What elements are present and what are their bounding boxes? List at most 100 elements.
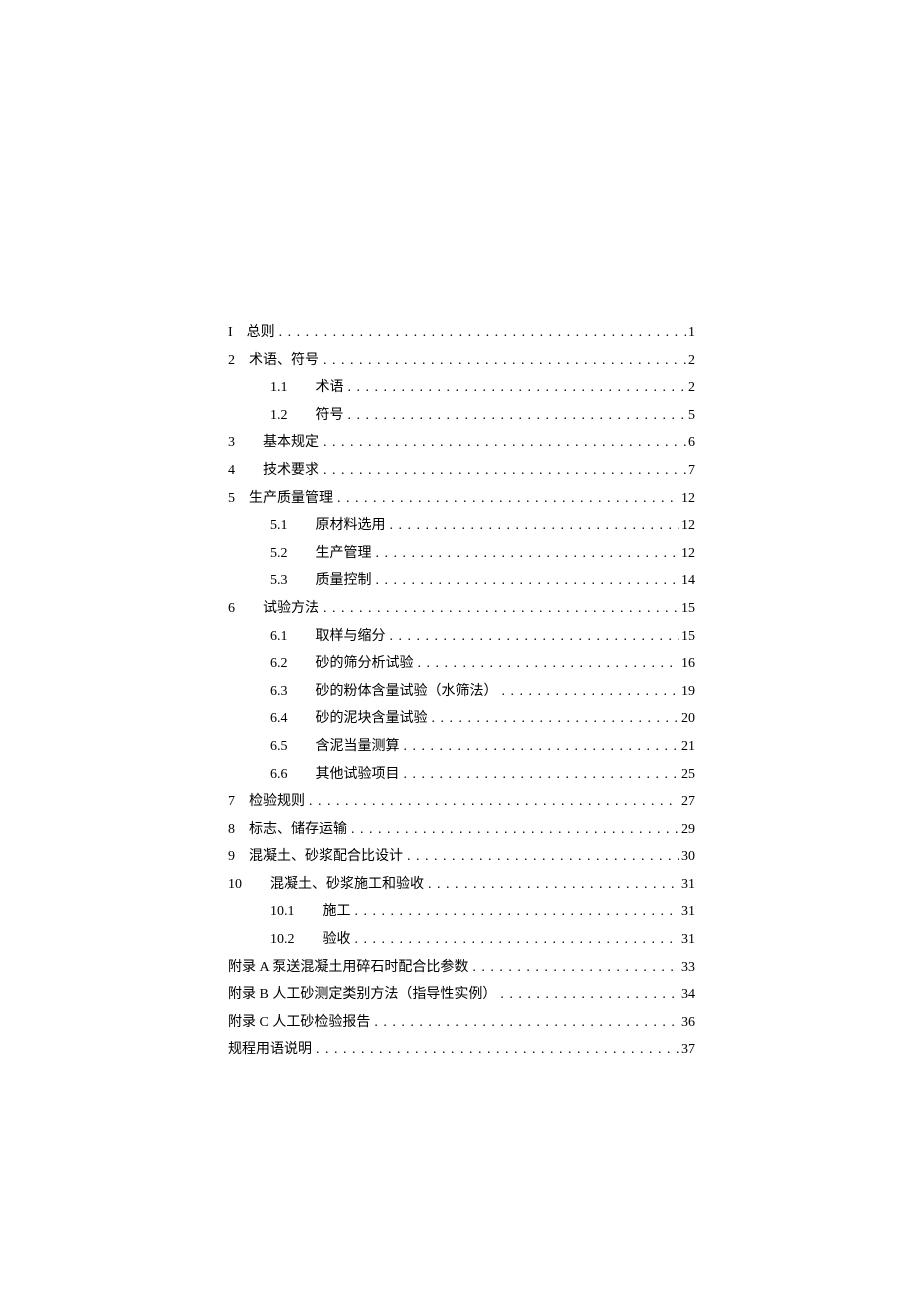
toc-leader-dots xyxy=(390,624,680,651)
toc-entry-label: 生产质量管理 xyxy=(249,486,333,513)
toc-entry-number: 6.5 xyxy=(270,734,288,761)
toc-entry-number: 5.3 xyxy=(270,568,288,595)
table-of-contents: I总则12术语、符号21.1术语21.2符号53基本规定64技术要求75生产质量… xyxy=(228,320,695,1064)
toc-leader-dots xyxy=(351,817,679,844)
toc-entry: 5.3质量控制14 xyxy=(228,568,695,595)
toc-entry-page: 15 xyxy=(681,596,695,623)
toc-entry-number: 2 xyxy=(228,348,235,375)
toc-entry-number: 5 xyxy=(228,486,235,513)
toc-entry-page: 6 xyxy=(688,430,695,457)
toc-entry: I总则1 xyxy=(228,320,695,347)
toc-leader-dots xyxy=(323,458,686,485)
toc-entry-number: 6.4 xyxy=(270,706,288,733)
toc-entry-number: 1.1 xyxy=(270,375,288,402)
toc-entry-number: 8 xyxy=(228,817,235,844)
toc-entry: 10.1 施工 31 xyxy=(228,899,695,926)
toc-entry: 2 术语、符号 2 xyxy=(228,348,695,375)
toc-entry-page: 30 xyxy=(681,844,695,871)
toc-entry-page: 29 xyxy=(681,817,695,844)
toc-entry-number: 6.1 xyxy=(270,624,288,651)
toc-entry-page: 12 xyxy=(681,513,695,540)
toc-entry: 规程用语说明37 xyxy=(228,1037,695,1064)
toc-entry-number: 10.1 xyxy=(270,899,295,926)
toc-entry-page: 21 xyxy=(681,734,695,761)
toc-entry-number: 9 xyxy=(228,844,235,871)
toc-entry-number: 5.2 xyxy=(270,541,288,568)
toc-entry: 6.1取样与缩分15 xyxy=(228,624,695,651)
toc-entry-label: 其他试验项目 xyxy=(316,762,400,789)
toc-entry: 附录 A 泵送混凝土用碎石时配合比参数33 xyxy=(228,955,695,982)
toc-entry-label: 检验规则 xyxy=(249,789,305,816)
toc-leader-dots xyxy=(348,403,687,430)
toc-entry-page: 25 xyxy=(681,762,695,789)
toc-entry-number: 6.6 xyxy=(270,762,288,789)
toc-entry-label: 砂的泥块含量试验 xyxy=(316,706,428,733)
toc-entry-page: 12 xyxy=(681,486,695,513)
toc-entry-label: 总则 xyxy=(247,320,275,347)
toc-entry-label: 施工 xyxy=(323,899,351,926)
toc-entry-page: 34 xyxy=(681,982,695,1009)
toc-entry-number: 5.1 xyxy=(270,513,288,540)
toc-leader-dots xyxy=(404,762,680,789)
toc-leader-dots xyxy=(323,430,686,457)
toc-entry-label: 术语、符号 xyxy=(249,348,319,375)
toc-entry-page: 33 xyxy=(681,955,695,982)
toc-entry-number: I xyxy=(228,320,233,347)
toc-entry: 1.2符号5 xyxy=(228,403,695,430)
toc-entry-label: 取样与缩分 xyxy=(316,624,386,651)
toc-entry-label: 混凝土、砂浆配合比设计 xyxy=(249,844,403,871)
toc-entry: 9 混凝土、砂浆配合比设计 30 xyxy=(228,844,695,871)
toc-entry-label: 基本规定 xyxy=(263,430,319,457)
toc-leader-dots xyxy=(376,568,680,595)
toc-leader-dots xyxy=(472,955,679,982)
toc-entry-page: 2 xyxy=(688,375,695,402)
toc-entry-page: 2 xyxy=(688,348,695,375)
toc-leader-dots xyxy=(323,596,679,623)
toc-entry-number: 7 xyxy=(228,789,235,816)
toc-entry: 7检验规则27 xyxy=(228,789,695,816)
toc-entry-page: 31 xyxy=(681,899,695,926)
toc-leader-dots xyxy=(337,486,679,513)
toc-entry: 1.1 术语 2 xyxy=(228,375,695,402)
toc-leader-dots xyxy=(428,872,679,899)
toc-entry: 4 技术要求 7 xyxy=(228,458,695,485)
toc-entry: 6.4砂的泥块含量试验20 xyxy=(228,706,695,733)
toc-entry: 3 基本规定 6 xyxy=(228,430,695,457)
toc-entry-label: 砂的粉体含量试验（水筛法） xyxy=(316,679,498,706)
toc-entry: 5 生产质量管理 12 xyxy=(228,486,695,513)
toc-entry: 10混凝土、砂浆施工和验收31 xyxy=(228,872,695,899)
toc-entry-label: 规程用语说明 xyxy=(228,1037,312,1064)
toc-entry-page: 14 xyxy=(681,568,695,595)
toc-entry-number: 1.2 xyxy=(270,403,288,430)
toc-entry-number: 6.3 xyxy=(270,679,288,706)
toc-entry-page: 7 xyxy=(688,458,695,485)
toc-entry-label: 符号 xyxy=(316,403,344,430)
toc-leader-dots xyxy=(348,375,687,402)
toc-entry-page: 31 xyxy=(681,872,695,899)
toc-entry-number: 10.2 xyxy=(270,927,295,954)
toc-entry: 附录 B 人工砂测定类别方法（指导性实例）34 xyxy=(228,982,695,1009)
toc-entry-label: 原材料选用 xyxy=(316,513,386,540)
toc-leader-dots xyxy=(376,541,680,568)
toc-entry-label: 砂的筛分析试验 xyxy=(316,651,414,678)
toc-entry: 附录 C 人工砂检验报告36 xyxy=(228,1010,695,1037)
toc-entry-number: 3 xyxy=(228,430,235,457)
toc-entry-page: 31 xyxy=(681,927,695,954)
toc-leader-dots xyxy=(418,651,680,678)
toc-entry-label: 生产管理 xyxy=(316,541,372,568)
toc-leader-dots xyxy=(404,734,680,761)
toc-entry-label: 含泥当量测算 xyxy=(316,734,400,761)
toc-entry-label: 标志、储存运输 xyxy=(249,817,347,844)
toc-entry-label: 术语 xyxy=(316,375,344,402)
toc-leader-dots xyxy=(323,348,686,375)
toc-leader-dots xyxy=(502,679,680,706)
toc-leader-dots xyxy=(500,982,679,1009)
toc-entry: 6.3砂的粉体含量试验（水筛法）19 xyxy=(228,679,695,706)
toc-entry-number: 4 xyxy=(228,458,235,485)
toc-leader-dots xyxy=(390,513,680,540)
toc-leader-dots xyxy=(432,706,680,733)
toc-entry-label: 技术要求 xyxy=(263,458,319,485)
toc-leader-dots xyxy=(374,1010,679,1037)
toc-entry: 6.2砂的筛分析试验16 xyxy=(228,651,695,678)
toc-leader-dots xyxy=(279,320,686,347)
